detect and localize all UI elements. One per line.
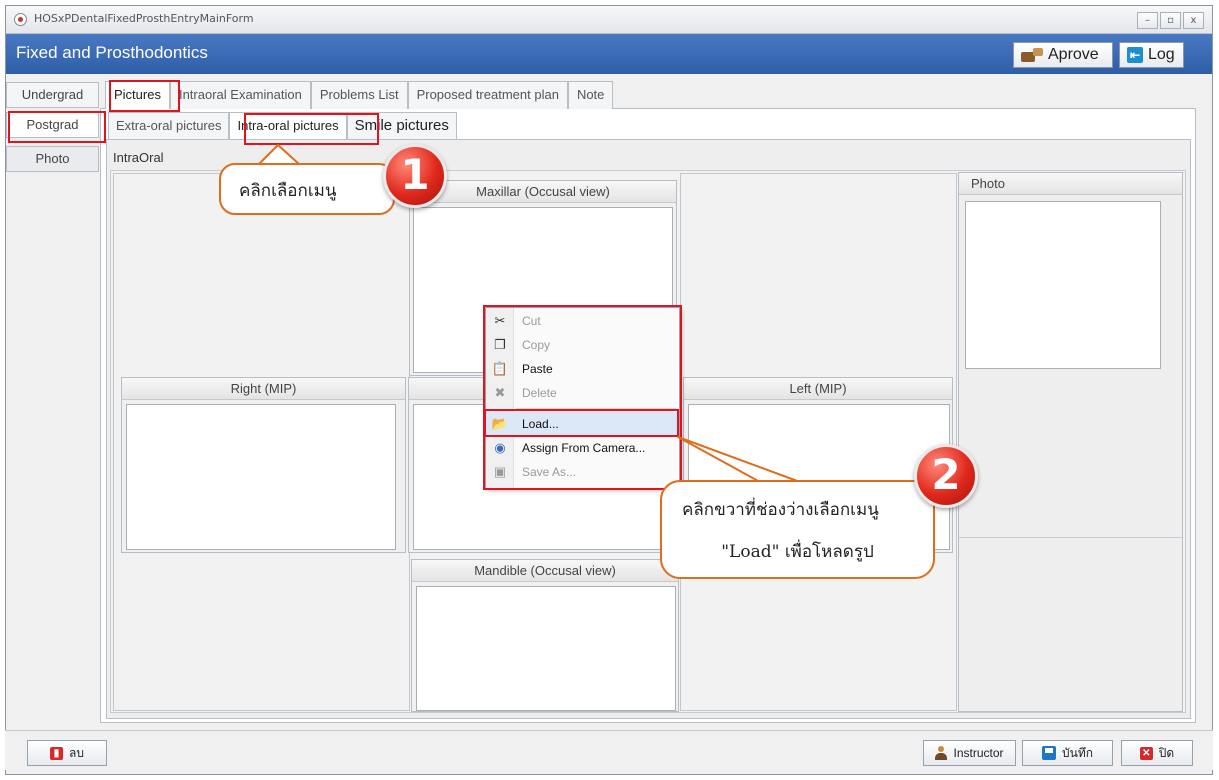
- instructor-label: Instructor: [953, 746, 1004, 760]
- callout-step-2: คลิกขวาที่ช่องว่างเลือกเมนู "Load" เพื่อ…: [660, 480, 935, 579]
- mandible-title: Mandible (Occusal view): [412, 560, 678, 582]
- close-x-icon: ✕: [1139, 746, 1153, 760]
- context-menu: ✂ Cut ❐ Copy 📋 Paste ✖ Delete 📂 Load... …: [485, 307, 680, 489]
- callout-2-line1: คลิกขวาที่ช่องว่างเลือกเมนู: [682, 500, 879, 520]
- right-mip-image-slot[interactable]: [126, 404, 396, 550]
- title-bar: HOSxPDentalFixedProsthEntryMainForm – ▫ …: [6, 6, 1212, 34]
- delete-label: ลบ: [69, 745, 84, 760]
- save-icon: ▣: [493, 464, 507, 479]
- side-tab-undergrad[interactable]: Undergrad: [6, 82, 99, 108]
- callout-2-line2: "Load" เพื่อโหลดรูป: [721, 542, 874, 562]
- log-icon: ⇤: [1127, 47, 1143, 63]
- instructor-button[interactable]: Instructor: [923, 740, 1016, 766]
- subtab-smile[interactable]: Smile pictures: [346, 112, 457, 139]
- close-label: ปิด: [1158, 745, 1175, 760]
- delete-icon: ✖: [494, 385, 506, 400]
- menu-item-label: Paste: [522, 362, 553, 376]
- app-icon: [14, 13, 27, 26]
- side-tab-postgrad[interactable]: Postgrad: [6, 112, 99, 138]
- left-mip-title: Left (MIP): [684, 378, 952, 400]
- close-button[interactable]: ✕ ปิด: [1121, 740, 1193, 766]
- menu-item-load[interactable]: 📂 Load...: [486, 412, 679, 436]
- step-2-badge: 2: [914, 444, 978, 508]
- menu-item-copy[interactable]: ❐ Copy: [486, 333, 679, 357]
- photo-panel: Photo: [958, 172, 1183, 712]
- mandible-group: Mandible (Occusal view): [411, 559, 679, 712]
- minimize-button[interactable]: –: [1137, 12, 1158, 29]
- menu-item-cut[interactable]: ✂ Cut: [486, 309, 679, 333]
- app-title: Fixed and Prosthodontics: [16, 43, 208, 62]
- save-button[interactable]: บันทึก: [1022, 740, 1113, 766]
- delete-button[interactable]: ▮ ลบ: [27, 740, 107, 766]
- trash-icon: ▮: [50, 746, 63, 760]
- side-tab-photo[interactable]: Photo: [6, 146, 99, 172]
- mandible-image-slot[interactable]: [416, 586, 676, 711]
- handshake-icon: [1021, 48, 1043, 62]
- floppy-icon: [1042, 746, 1056, 760]
- camera-icon: ◉: [494, 440, 506, 455]
- menu-item-label: Cut: [522, 314, 541, 328]
- footer-toolbar: ▮ ลบ Instructor บันทึก ✕ ปิด: [5, 730, 1213, 770]
- tab-problems-list[interactable]: Problems List: [310, 81, 408, 109]
- person-icon: [935, 746, 948, 760]
- tab-pictures[interactable]: Pictures: [105, 81, 170, 109]
- tab-proposed-treatment-plan[interactable]: Proposed treatment plan: [407, 81, 568, 109]
- menu-item-save-as[interactable]: ▣ Save As...: [486, 460, 679, 484]
- copy-icon: ❐: [494, 337, 506, 352]
- right-mip-group: Right (MIP): [121, 377, 406, 553]
- paste-icon: 📋: [491, 361, 509, 376]
- window-title: HOSxPDentalFixedProsthEntryMainForm: [34, 12, 254, 25]
- subtab-extra-oral[interactable]: Extra-oral pictures: [108, 112, 230, 139]
- menu-item-label: Copy: [522, 338, 551, 352]
- right-mip-title: Right (MIP): [122, 378, 405, 400]
- subtab-intra-oral[interactable]: Intra-oral pictures: [229, 112, 347, 139]
- maximize-button[interactable]: ▫: [1160, 12, 1181, 29]
- app-header: Fixed and Prosthodontics Aprove ⇤ Log: [6, 34, 1212, 74]
- close-window-button[interactable]: x: [1183, 12, 1204, 29]
- photo-image-slot[interactable]: [965, 201, 1161, 369]
- sub-tab-bar: Extra-oral pictures Intra-oral pictures …: [108, 112, 457, 139]
- menu-separator: [516, 408, 676, 409]
- photo-divider: [959, 537, 1182, 538]
- menu-item-paste[interactable]: 📋 Paste: [486, 357, 679, 381]
- tab-intraoral-examination[interactable]: Intraoral Examination: [169, 81, 311, 109]
- callout-step-1: คลิกเลือกเมนู: [219, 163, 395, 215]
- folder-icon: 📂: [491, 416, 509, 431]
- maxillar-title: Maxillar (Occusal view): [410, 181, 676, 203]
- tab-note[interactable]: Note: [567, 81, 614, 109]
- photo-title: Photo: [959, 173, 1182, 195]
- menu-item-label: Save As...: [522, 465, 577, 479]
- callout-1-text: คลิกเลือกเมนู: [239, 181, 337, 201]
- menu-item-delete[interactable]: ✖ Delete: [486, 381, 679, 405]
- save-label: บันทึก: [1062, 745, 1093, 760]
- menu-item-label: Delete: [522, 386, 557, 400]
- step-1-badge: 1: [383, 144, 447, 208]
- menu-item-label: Assign From Camera...: [522, 441, 646, 455]
- menu-item-label: Load...: [522, 417, 559, 431]
- main-tab-bar: Pictures Intraoral Examination Problems …: [105, 81, 614, 109]
- log-label: Log: [1148, 46, 1175, 63]
- menu-item-assign-camera[interactable]: ◉ Assign From Camera...: [486, 436, 679, 460]
- aprove-button[interactable]: Aprove: [1013, 42, 1113, 68]
- intraoral-label: IntraOral: [113, 150, 164, 165]
- log-button[interactable]: ⇤ Log: [1119, 42, 1184, 68]
- aprove-label: Aprove: [1048, 46, 1099, 63]
- scissors-icon: ✂: [494, 313, 506, 328]
